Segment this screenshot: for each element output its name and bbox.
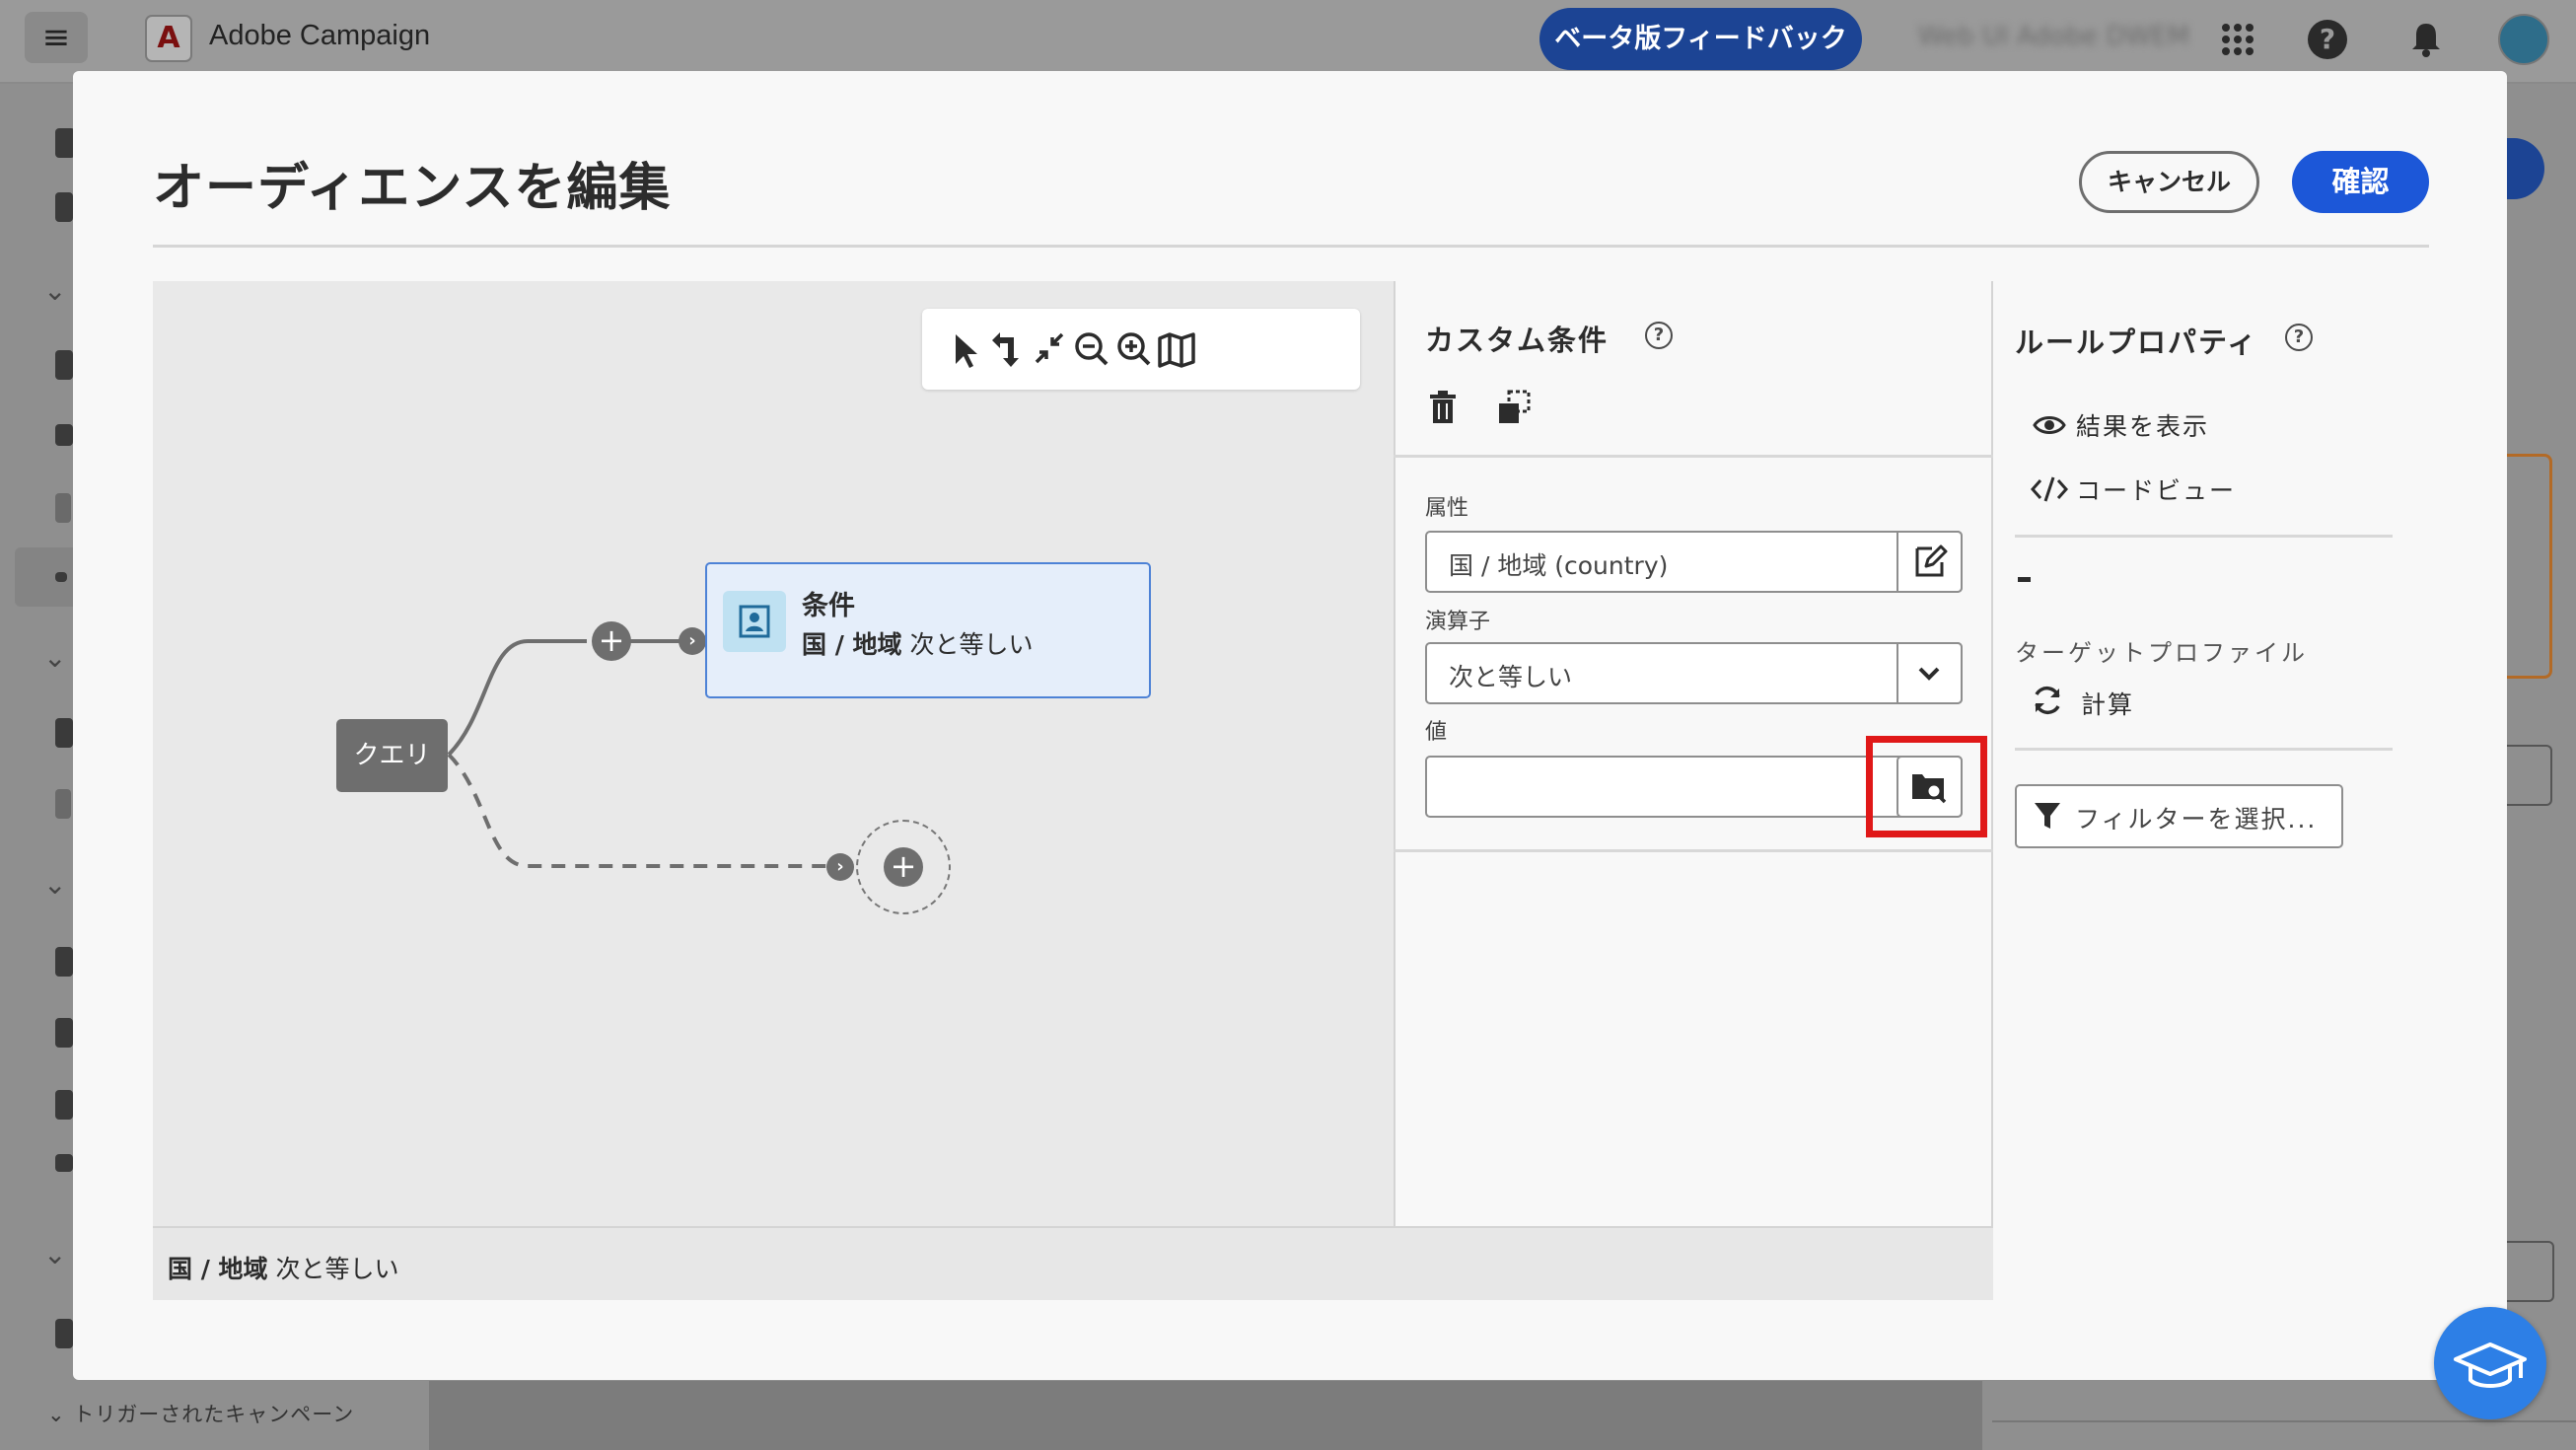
nav-icon[interactable]	[55, 493, 71, 523]
edit-attribute-button[interactable]	[1896, 531, 1963, 593]
condition-node-description: 国 / 地域 次と等しい	[802, 625, 1034, 661]
attribute-value: 国 / 地域 (country)	[1449, 551, 1669, 580]
operator-select[interactable]: 次と等しい	[1425, 642, 1963, 704]
nav-icon[interactable]	[55, 947, 73, 977]
summary-operator: 次と等しい	[275, 1255, 399, 1283]
panel-divider	[1394, 849, 1993, 852]
modal-title: オーディエンスを編集	[153, 159, 672, 218]
duplicate-icon[interactable]	[1495, 388, 1535, 427]
background-field	[2505, 745, 2552, 806]
summary-attribute: 国 / 地域	[168, 1255, 268, 1283]
apps-grid-icon[interactable]	[2212, 14, 2263, 65]
help-icon[interactable]: ?	[1645, 322, 1673, 349]
nav-icon[interactable]	[55, 572, 67, 582]
operator-value: 次と等しい	[1449, 663, 1573, 691]
canvas-toolbar	[922, 309, 1360, 390]
nav-icon[interactable]	[55, 789, 71, 819]
map-icon[interactable]	[1152, 325, 1201, 374]
help-icon[interactable]: ?	[2285, 324, 2313, 351]
profile-count-value: -	[2018, 577, 2031, 582]
rule-properties-divider	[2015, 748, 2393, 751]
nav-icon[interactable]	[55, 350, 73, 380]
nav-icon[interactable]	[55, 1319, 73, 1348]
reroute-icon[interactable]	[980, 325, 1030, 374]
refresh-icon[interactable]	[2030, 683, 2065, 718]
code-view-link[interactable]: コードビュー	[2076, 471, 2236, 507]
custom-condition-title: カスタム条件	[1425, 324, 1610, 357]
learning-hub-button[interactable]	[2434, 1307, 2546, 1419]
background-divider	[1992, 1420, 2576, 1422]
hamburger-icon[interactable]: ≡	[25, 12, 88, 63]
filter-icon	[2032, 799, 2063, 833]
beta-feedback-button[interactable]: ベータ版フィードバック	[1539, 8, 1862, 70]
attribute-field[interactable]: 国 / 地域 (country)	[1425, 531, 1963, 593]
highlight-annotation	[1866, 736, 1987, 837]
nav-icon[interactable]	[55, 192, 73, 222]
profile-condition-icon	[723, 591, 786, 652]
notification-bell-icon[interactable]	[2400, 14, 2452, 65]
background-panel	[429, 1381, 1982, 1450]
condition-attribute: 国 / 地域	[802, 630, 902, 659]
add-icon[interactable]: +	[884, 847, 923, 887]
cancel-button[interactable]: キャンセル	[2079, 151, 2259, 213]
condition-operator: 次と等しい	[909, 630, 1034, 659]
condition-node-title: 条件	[802, 591, 855, 621]
nav-icon[interactable]	[55, 1018, 73, 1048]
org-name[interactable]: Web UI Adobe DWEM	[1918, 22, 2189, 51]
show-results-link[interactable]: 結果を表示	[2076, 407, 2209, 443]
canvas-summary-text: 国 / 地域 次と等しい	[168, 1250, 399, 1285]
attribute-label: 属性	[1425, 496, 1469, 521]
sidebar-section-triggered-campaigns[interactable]: ⌄ トリガーされたキャンペーン	[47, 1399, 354, 1428]
chevron-down-icon[interactable]: ⌄	[43, 641, 66, 674]
chevron-down-icon[interactable]: ⌄	[43, 1238, 66, 1270]
home-icon[interactable]	[55, 128, 75, 158]
target-profile-label: ターゲットプロファイル	[2015, 639, 2308, 667]
nav-icon[interactable]	[55, 424, 73, 446]
help-icon[interactable]: ?	[2308, 20, 2347, 59]
chevron-down-icon[interactable]: ⌄	[43, 274, 66, 307]
nav-icon[interactable]	[55, 718, 73, 748]
sidebar-section-label: トリガーされたキャンペーン	[73, 1403, 355, 1426]
code-icon	[2030, 471, 2069, 507]
rule-properties-divider	[2015, 535, 2393, 538]
background-card	[2505, 454, 2552, 679]
adobe-logo: A	[145, 15, 192, 62]
panel-divider	[1394, 455, 1993, 458]
select-filter-label: フィルターを選択...	[2075, 805, 2318, 834]
eye-icon	[2032, 407, 2067, 443]
title-divider	[153, 245, 2429, 248]
chevron-down-icon[interactable]	[1896, 642, 1963, 704]
calculate-link[interactable]: 計算	[2081, 686, 2134, 721]
app-title: Adobe Campaign	[209, 20, 431, 51]
chevron-down-icon: ⌄	[47, 1403, 74, 1426]
nav-icon[interactable]	[55, 1154, 73, 1172]
query-node[interactable]: クエリ	[336, 719, 448, 792]
canvas-summary-bar	[153, 1226, 1993, 1300]
add-activity-icon[interactable]: +	[592, 621, 631, 661]
chevron-down-icon[interactable]: ⌄	[43, 868, 66, 901]
rule-properties-title: ルールプロパティ	[2015, 326, 2258, 359]
operator-label: 演算子	[1425, 610, 1491, 634]
value-label: 値	[1425, 720, 1448, 745]
chevron-right-icon[interactable]: ›	[826, 853, 854, 881]
chevron-right-icon[interactable]: ›	[679, 627, 706, 655]
user-avatar[interactable]	[2498, 14, 2549, 65]
nav-icon[interactable]	[55, 1090, 73, 1120]
trash-icon[interactable]	[1425, 388, 1461, 427]
confirm-button[interactable]: 確認	[2292, 151, 2429, 213]
